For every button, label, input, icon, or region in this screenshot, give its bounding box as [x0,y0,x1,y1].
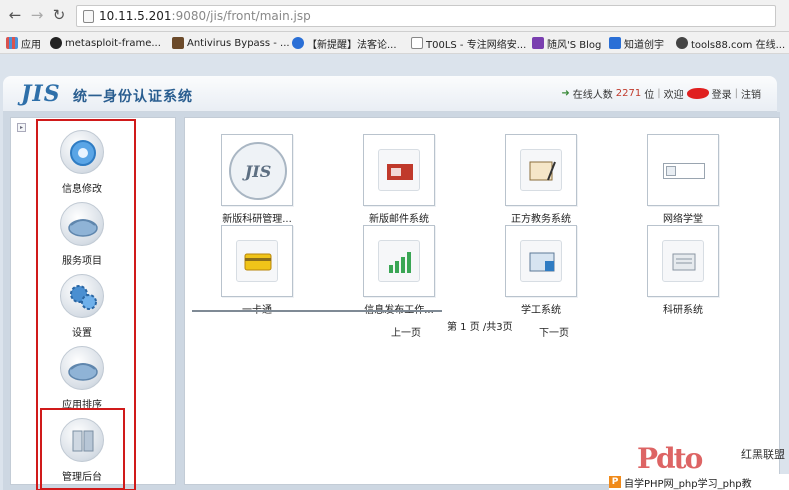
tile-icon-box [221,225,293,297]
tile-icon-box [647,225,719,297]
forum-icon [292,37,304,49]
radiation-icon [676,37,688,49]
app-tile-student-affairs[interactable]: 学工系统 [481,225,601,317]
app-label: 科研系统 [663,305,703,316]
bookmark-label: 随风'S Blog [547,39,602,51]
bookmark-item-blog[interactable]: 随风'S Blog [532,35,601,51]
tools-page-icon [411,37,423,49]
research-icon [662,240,704,282]
logout-link[interactable]: 注销 [741,86,761,101]
forward-arrow-icon[interactable]: → [28,6,46,24]
online-suffix: 位 [644,90,655,101]
bookmark-label: T00LS - 专注网络安... [426,39,527,51]
app-grid-panel: JIS 新版科研管理... 新版邮件系统 正方教务系统 网络学堂 学工系统 科研… [184,117,780,485]
page-icon [83,10,94,23]
app-label: 新版科研管理... [222,214,292,225]
bookmark-label: 应用 [21,39,41,51]
online-count: 2271 [615,88,642,99]
app-tile-network-school[interactable]: 网络学堂 [623,134,743,226]
app-tile-research[interactable]: 科研系统 [623,225,743,317]
app-tile-research-mgmt[interactable]: JIS 新版科研管理... [197,134,317,226]
tile-icon-box: JIS [221,134,293,206]
watermark-caption-bar: P 自学PHP网_php学习_php教 [609,474,789,490]
content-area: ▸ 信息修改 服务项目 设置 应用排序 管理后台 JIS 新版科研管理... 新… [3,112,780,490]
app-header: JIS 统一身份认证系统 ➜ 在线人数 2271 位 | 欢迎 登录 | 注销 [3,76,777,112]
page-info: 第 1 页 /共3页 [447,322,513,333]
collapse-toggle-icon[interactable]: ▸ [17,123,26,132]
bookmark-page-icon [172,37,184,49]
url-input[interactable]: 10.11.5.201:9080/jis/front/main.jsp [76,5,776,27]
blog-icon [532,37,544,49]
back-arrow-icon[interactable]: ← [6,6,24,24]
tile-icon-box [363,134,435,206]
app-label: 新版邮件系统 [369,214,429,225]
book-icon [520,240,562,282]
bookmark-item-antivirus[interactable]: Antivirus Bypass - ... [172,35,290,51]
watermark-brand: 红黑联盟 [741,448,785,461]
mailbox-icon [378,149,420,191]
tile-icon-box [647,134,719,206]
app-tile-mail[interactable]: 新版邮件系统 [339,134,459,226]
app-tile-info-publish[interactable]: 信息发布工作... [339,225,459,317]
apps-grid-icon [6,37,18,49]
bar-chart-icon [378,240,420,282]
app-tile-academic[interactable]: 正方教务系统 [481,134,601,226]
arrow-right-icon: ➜ [561,88,570,99]
url-path: :9080/jis/front/main.jsp [171,9,311,23]
bookmark-item-metasploit[interactable]: metasploit-frame... [50,35,161,51]
bookmark-label: 知道创宇 [624,39,664,51]
knownsec-icon [609,37,621,49]
separator: | [734,88,738,99]
bookmark-label: 【新提醒】法客论... [307,39,397,51]
svg-text:JIS: JIS [242,162,272,181]
app-label: 正方教务系统 [511,214,571,225]
page: JIS 统一身份认证系统 ➜ 在线人数 2271 位 | 欢迎 登录 | 注销 … [0,54,789,490]
url-text: 10.11.5.201:9080/jis/front/main.jsp [99,9,311,23]
app-label: 一卡通 [197,301,317,316]
php-logo-icon: P [609,476,621,488]
tile-icon-box [505,134,577,206]
login-link[interactable]: 登录 [712,86,732,101]
app-label: 网络学堂 [663,214,703,225]
online-prefix: 在线人数 [572,90,613,101]
next-page-link[interactable]: 下一页 [539,324,569,339]
browser-address-bar: ← → ↻ 10.11.5.201:9080/jis/front/main.js… [0,0,789,32]
tile-icon-box [363,225,435,297]
prev-page-link[interactable]: 上一页 [391,324,421,339]
tile-icon-box [505,225,577,297]
bookmarks-bar: 应用 metasploit-frame... Antivirus Bypass … [0,32,789,54]
url-host: 10.11.5.201 [99,9,172,23]
watermark-caption: 自学PHP网_php学习_php教 [624,478,752,490]
bookmark-item-tools88[interactable]: tools88.com 在线... [676,35,785,51]
card-icon [236,240,278,282]
bookmark-label: metasploit-frame... [65,37,161,49]
watermark: Pdto 红黑联盟 P 自学PHP网_php学习_php教 [609,440,789,490]
github-icon [50,37,62,49]
sidebar: ▸ 信息修改 服务项目 设置 应用排序 管理后台 [10,117,176,490]
broken-image-glyph [666,166,676,176]
watermark-logo: Pdto [637,442,703,475]
reload-icon[interactable]: ↻ [50,6,68,24]
app-tile-campus-card[interactable]: 一卡通 [197,225,317,317]
separator: | [657,88,661,99]
bookmark-label: tools88.com 在线... [691,39,786,51]
highlight-frame-admin [40,408,125,490]
bookmark-item-t00ls[interactable]: T00LS - 专注网络安... [411,35,526,51]
welcome-text: 欢迎 [663,90,684,101]
bookmark-item-forum[interactable]: 【新提醒】法客论... [292,35,397,51]
system-title: 统一身份认证系统 [73,89,193,105]
jis-logo: JIS [21,81,61,107]
app-label: 学工系统 [521,305,561,316]
bookmark-item-apps[interactable]: 应用 [6,35,41,51]
redacted-username [686,88,709,99]
bookmark-label: Antivirus Bypass - ... [187,37,290,49]
divider [192,310,442,312]
jis-logo-icon: JIS [229,142,287,200]
broken-image-icon [663,163,705,179]
header-user-area: ➜ 在线人数 2271 位 | 欢迎 登录 | 注销 [561,86,761,101]
bookmark-item-knownsec[interactable]: 知道创宇 [609,35,664,51]
app-label: 信息发布工作... [339,301,459,316]
notebook-pen-icon [520,149,562,191]
